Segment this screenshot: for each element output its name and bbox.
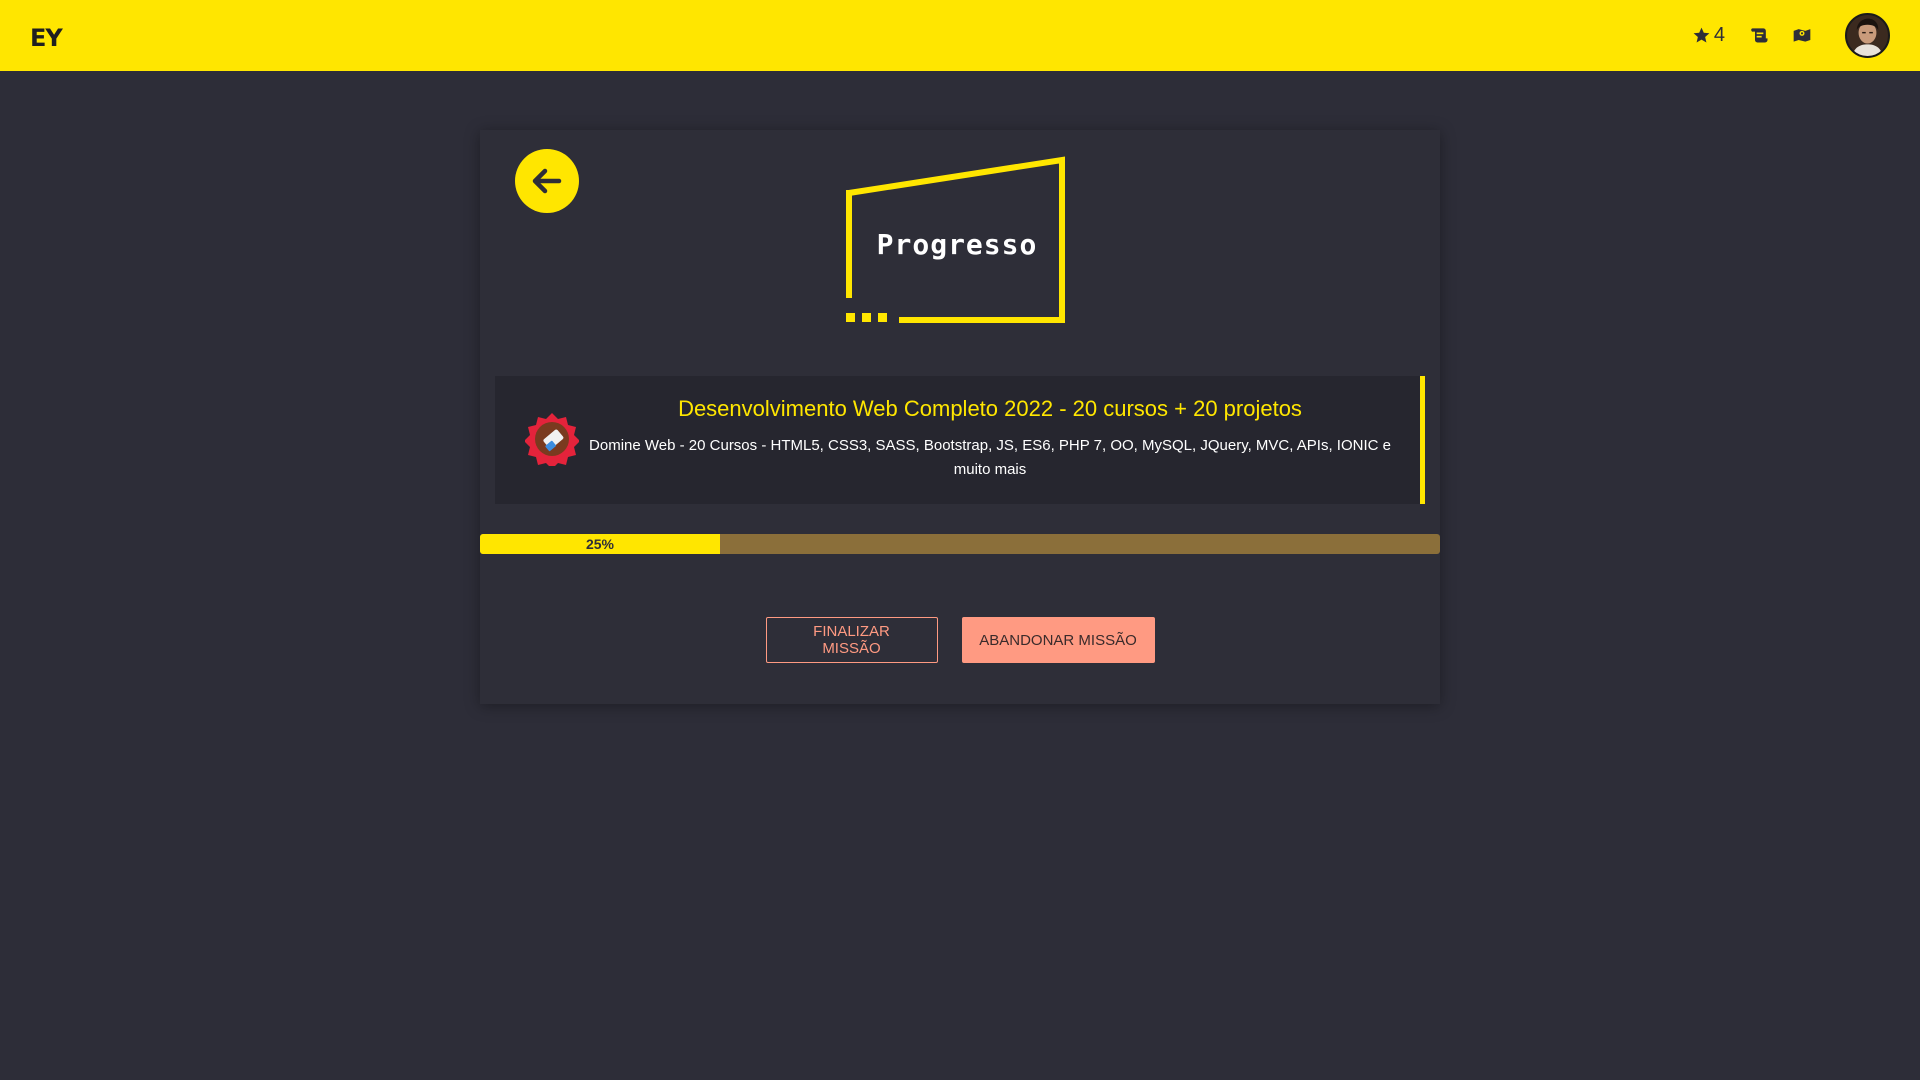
progress-bar: 25% bbox=[480, 534, 1440, 554]
back-button[interactable] bbox=[515, 149, 579, 213]
map-icon bbox=[1793, 29, 1811, 42]
missions-button[interactable] bbox=[1749, 24, 1771, 46]
map-button[interactable] bbox=[1791, 24, 1813, 46]
progress-label: 25% bbox=[585, 536, 615, 552]
progress-bar-fill: 25% bbox=[480, 534, 720, 554]
mission-card: Desenvolvimento Web Completo 2022 - 20 c… bbox=[495, 376, 1425, 504]
arrow-left-icon bbox=[532, 168, 562, 194]
top-bar: EY 4 bbox=[0, 0, 1920, 71]
star-counter: 4 bbox=[1692, 24, 1725, 47]
scroll-icon bbox=[1751, 28, 1768, 43]
user-avatar[interactable] bbox=[1845, 12, 1890, 58]
page-title: Progresso bbox=[876, 228, 1038, 261]
mission-description: Domine Web - 20 Cursos - HTML5, CSS3, SA… bbox=[589, 437, 1391, 478]
avatar-image bbox=[1847, 14, 1888, 56]
brand-logo[interactable]: EY bbox=[30, 24, 63, 52]
header-actions: 4 bbox=[1692, 12, 1890, 58]
mission-title: Desenvolvimento Web Completo 2022 - 20 c… bbox=[678, 396, 1302, 421]
star-icon bbox=[1693, 27, 1710, 43]
mission-progress-card: Progresso Desenvolvimento Web Completo 2… bbox=[480, 130, 1440, 704]
mission-actions: FINALIZAR MISSÃO ABANDONAR MISSÃO bbox=[480, 617, 1440, 663]
page-title-frame: Progresso bbox=[844, 150, 1070, 326]
abandon-mission-button[interactable]: ABANDONAR MISSÃO bbox=[961, 617, 1155, 663]
finish-mission-button[interactable]: FINALIZAR MISSÃO bbox=[765, 617, 938, 663]
eraser-badge-icon bbox=[524, 413, 580, 469]
mission-badge bbox=[524, 412, 580, 469]
star-count: 4 bbox=[1713, 23, 1725, 46]
